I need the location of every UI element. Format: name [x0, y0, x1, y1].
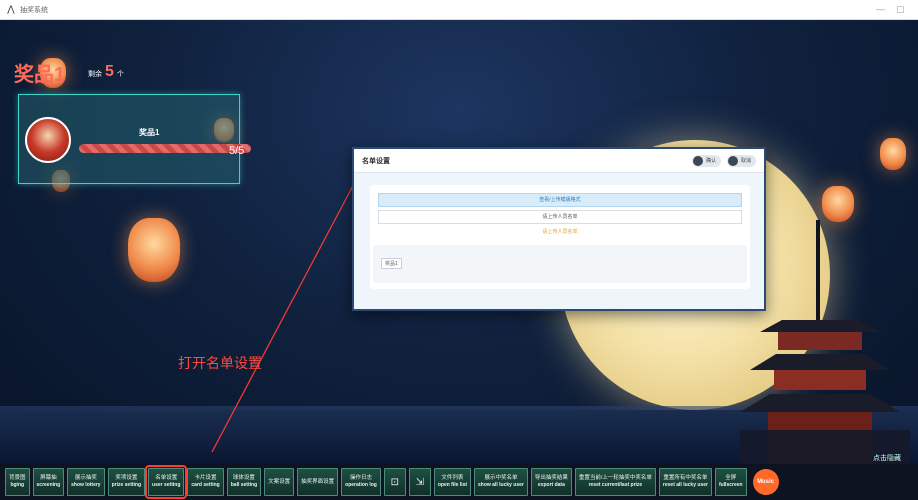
toolbar-button-label: 屏幕抽: [40, 475, 57, 481]
toolbar-button[interactable]: 卡片设置 card setting: [187, 468, 224, 496]
toolbar-button-sublabel: reset current/last prize: [588, 482, 643, 488]
toolbar-button[interactable]: 操作日志 operation log: [341, 468, 381, 496]
annotation-label: 打开名单设置: [178, 355, 262, 371]
close-icon: [727, 155, 738, 166]
toolbar-button[interactable]: 重置当前/上一轮抽奖中奖名单 reset current/last prize: [574, 468, 656, 496]
prize-list-box: 奖品1: [373, 245, 747, 283]
toolbar-button[interactable]: 展示抽奖 show lottery: [67, 468, 105, 496]
app-logo-icon: ⋀: [7, 4, 15, 14]
toolbar-button-sublabel: operation log: [345, 482, 377, 488]
lock-icon[interactable]: ⊡: [383, 468, 406, 496]
hide-toggle-link[interactable]: 点击隐藏: [873, 453, 901, 463]
toolbar-button-label: 奖项设置: [115, 475, 138, 481]
toolbar-button-label: 导出抽奖结果: [534, 475, 568, 481]
confirm-label: 确认: [705, 158, 716, 164]
toolbar-button[interactable]: 全屏 fullscreen: [714, 468, 747, 496]
export-icon[interactable]: ⇲: [408, 468, 431, 496]
toolbar-button-label: 全屏: [725, 475, 737, 481]
toolbar-button[interactable]: 导出抽奖结果 export data: [530, 468, 572, 496]
cancel-label: 取消: [740, 158, 751, 164]
toolbar-button-label: 文件列表: [441, 475, 464, 481]
toolbar-button-sublabel: card setting: [191, 482, 220, 488]
toolbar-button[interactable]: 屏幕抽 screening: [32, 468, 65, 496]
toolbar-button[interactable]: 球体设置 ball setting: [226, 468, 262, 496]
window-title: 抽奖系统: [20, 6, 48, 14]
toolbar-button-label: 抽奖界面设置: [301, 478, 335, 485]
toolbar-button-label: 重置当前/上一轮抽奖中奖名单: [578, 475, 652, 481]
toolbar-button-label: 球体设置: [232, 475, 255, 481]
upload-hint: 请上传人员名单: [542, 229, 578, 235]
user-setting-dialog: 名单设置 确认 取消 查看/上传模版格式 请上传人员名单 请上传人员名单 奖品1: [352, 147, 766, 311]
toolbar-button-sublabel: prize setting: [111, 482, 142, 488]
restore-icon[interactable]: ▢: [896, 4, 905, 15]
toolbar-button[interactable]: 文件列表 open file list: [433, 468, 472, 496]
toolbar-button[interactable]: 展示中奖名单 show all lucky user: [474, 468, 528, 496]
dialog-header: 名单设置 确认 取消: [354, 149, 764, 173]
toolbar-button-sublabel: bging: [10, 482, 25, 488]
toolbar-button-label: 名单设置: [155, 475, 178, 481]
window-titlebar: ⋀ 抽奖系统 — ▢: [0, 0, 918, 20]
toolbar-button-sublabel: ball setting: [230, 482, 258, 488]
toolbar-button[interactable]: 背景图 bging: [5, 468, 30, 496]
bottom-toolbar: 背景图 bging 屏幕抽 screening 展示抽奖 show lottery 奖项设置…: [0, 464, 918, 500]
toolbar-button-sublabel: fullscreen: [718, 482, 743, 488]
toolbar-button-label: 重置所有中奖名单: [663, 475, 708, 481]
toolbar-button-label: 卡片设置: [194, 475, 217, 481]
toolbar-button-label: 展示中奖名单: [484, 475, 518, 481]
toolbar-button[interactable]: 重置所有中奖名单 reset all lucky user: [658, 468, 712, 496]
toolbar-button-label: 操作日志: [350, 475, 373, 481]
toolbar-button-sublabel: export data: [537, 482, 565, 488]
toolbar-button[interactable]: 奖项设置 prize setting: [107, 468, 146, 496]
toolbar-button-label: 展示抽奖: [74, 475, 97, 481]
toolbar-button[interactable]: 名单设置 user setting: [145, 465, 188, 499]
toolbar-button-sublabel: open file list: [437, 482, 468, 488]
toolbar-button-sublabel: screening: [36, 482, 61, 488]
dialog-body: 查看/上传模版格式 请上传人员名单 请上传人员名单 奖品1: [370, 185, 750, 289]
name-list-input[interactable]: 请上传人员名单: [378, 210, 742, 224]
dialog-title: 名单设置: [362, 157, 390, 165]
toolbar-button-sublabel: user setting: [152, 482, 181, 488]
toolbar-button-sublabel: show lottery: [71, 482, 101, 488]
toolbar-button-label: 文案设置: [268, 478, 291, 485]
cancel-button[interactable]: 取消: [726, 154, 756, 167]
upload-template-button[interactable]: 查看/上传模版格式: [378, 193, 742, 207]
music-button[interactable]: Music: [752, 469, 779, 495]
toolbar-button-sublabel: show all lucky user: [478, 482, 524, 488]
confirm-button[interactable]: 确认: [691, 154, 721, 167]
toolbar-button-label: 背景图: [9, 475, 26, 481]
list-item[interactable]: 奖品1: [381, 258, 402, 269]
minimize-icon[interactable]: —: [876, 4, 885, 14]
toolbar-button-sublabel: reset all lucky user: [662, 482, 708, 488]
check-icon: [692, 155, 703, 166]
toolbar-button[interactable]: 抽奖界面设置: [297, 468, 339, 496]
toolbar-button[interactable]: 文案设置: [264, 468, 295, 496]
